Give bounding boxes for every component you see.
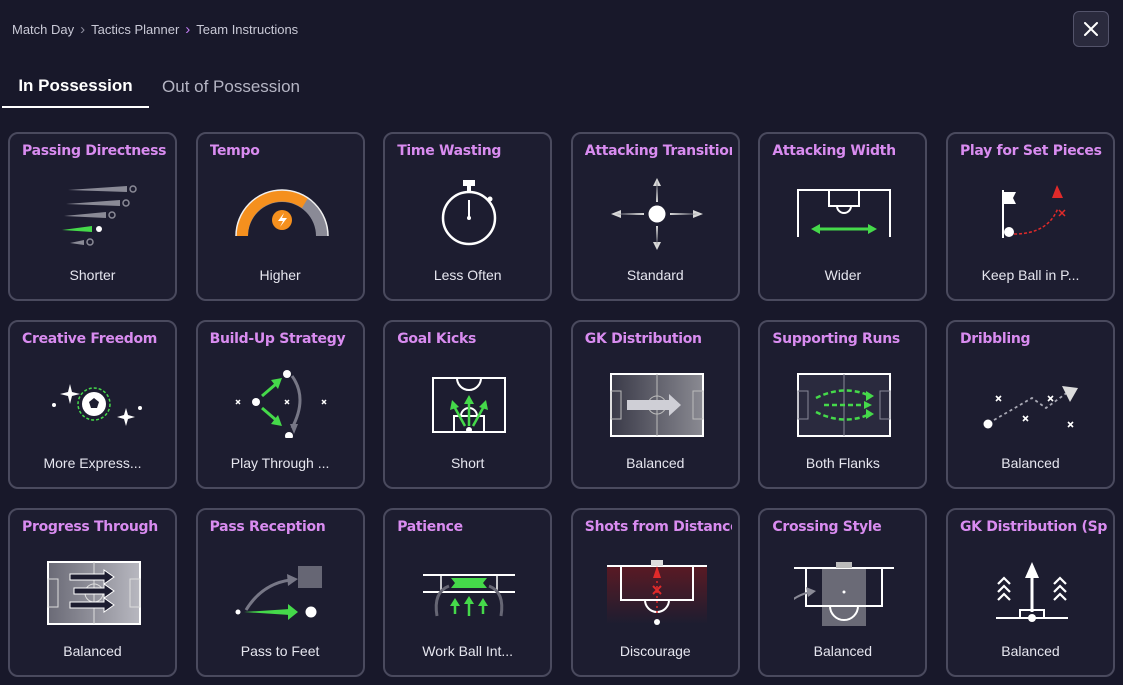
progress-through-icon (44, 546, 144, 626)
card-value: Less Often (433, 267, 502, 283)
card-patience[interactable]: Patience Work Ball Int... (383, 508, 553, 677)
breadcrumb-tactics-planner[interactable]: Tactics Planner (91, 22, 179, 37)
card-passing-directness[interactable]: Passing Directness Shorter (8, 132, 177, 301)
card-value: Standard (626, 267, 684, 283)
card-attacking-width[interactable]: Attacking Width Wider (758, 132, 928, 301)
breadcrumb-team-instructions: Team Instructions (196, 21, 299, 37)
tempo-gauge-icon (232, 170, 332, 250)
breadcrumb-match-day[interactable]: Match Day (12, 22, 74, 37)
card-supporting-runs[interactable]: Supporting Runs Both Flanks (758, 320, 928, 489)
card-title: Passing Directness (22, 143, 167, 159)
card-title: Supporting Runs (772, 331, 900, 347)
goal-kick-icon (419, 358, 519, 438)
card-title: Build-Up Strategy (209, 331, 346, 347)
card-value: Shorter (69, 267, 116, 283)
card-value: Balanced (1001, 643, 1060, 659)
card-title: Tempo (209, 143, 260, 159)
card-progress-through[interactable]: Progress Through Balanced (8, 508, 177, 677)
card-title: Progress Through (22, 519, 158, 535)
card-tempo[interactable]: Tempo Higher (195, 132, 365, 301)
crossing-style-icon (794, 546, 895, 626)
card-title: GK Distribution (584, 331, 702, 347)
card-value: Higher (259, 267, 301, 283)
card-value: Balanced (813, 643, 873, 659)
card-value: More Express... (43, 455, 142, 471)
card-value: Keep Ball in P... (981, 267, 1080, 283)
tab-out-of-possession[interactable]: Out of Possession (160, 66, 302, 108)
card-value: Short (450, 455, 485, 471)
build-up-icon (232, 358, 332, 438)
card-title: Creative Freedom (22, 331, 158, 347)
card-shots-from-distance[interactable]: Shots from Distance Discourage (570, 508, 740, 677)
passing-directness-icon (44, 170, 144, 250)
pass-reception-icon (232, 546, 332, 626)
card-title: Crossing Style (772, 519, 882, 535)
card-value: Pass to Feet (240, 643, 320, 659)
chevron-right-icon: › (185, 20, 191, 38)
supporting-runs-icon (794, 358, 894, 438)
card-title: GK Distribution (Speed (959, 519, 1107, 535)
gk-speed-icon (982, 546, 1082, 626)
card-gk-distribution[interactable]: GK Distribution Balanced (570, 320, 740, 489)
card-gk-distribution-speed[interactable]: GK Distribution (Speed Balanced (945, 508, 1115, 677)
card-value: Play Through ... (230, 455, 330, 471)
shots-distance-icon (606, 546, 707, 626)
card-pass-reception[interactable]: Pass Reception Pass to Feet (195, 508, 365, 677)
card-play-for-set-pieces[interactable]: Play for Set Pieces Keep Ball in P... (945, 132, 1115, 301)
patience-icon (419, 546, 519, 626)
card-value: Work Ball Int... (422, 643, 514, 659)
stopwatch-icon (419, 170, 519, 250)
sparkle-ball-icon (44, 358, 144, 438)
corner-flag-icon (982, 170, 1082, 250)
chevron-right-icon: › (80, 20, 86, 38)
instruction-grid: Passing Directness Shorter Tempo Higher (8, 132, 1115, 677)
card-title: Goal Kicks (397, 331, 477, 347)
card-value: Discourage (619, 643, 691, 659)
card-value: Balanced (1001, 455, 1060, 471)
card-build-up-strategy[interactable]: Build-Up Strategy Play Through ... (195, 320, 365, 489)
card-title: Dribbling (959, 331, 1031, 347)
tab-bar: In Possession Out of Possession (0, 66, 1123, 108)
card-attacking-transition[interactable]: Attacking Transition Standard (570, 132, 740, 301)
dribbling-icon (982, 358, 1082, 438)
card-goal-kicks[interactable]: Goal Kicks Short (383, 320, 553, 489)
gk-distribution-icon (607, 358, 707, 438)
transition-arrows-icon (607, 170, 707, 250)
card-title: Patience (397, 519, 463, 535)
card-crossing-style[interactable]: Crossing Style Balanced (758, 508, 928, 677)
card-value: Both Flanks (805, 455, 880, 471)
close-icon (1084, 22, 1098, 36)
card-creative-freedom[interactable]: Creative Freedom More Express... (8, 320, 177, 489)
close-button[interactable] (1073, 11, 1109, 47)
card-value: Balanced (626, 455, 685, 471)
card-title: Play for Set Pieces (959, 143, 1102, 159)
pitch-width-icon (794, 170, 894, 250)
breadcrumb: Match Day › Tactics Planner › Team Instr… (12, 20, 298, 38)
card-title: Pass Reception (209, 519, 326, 535)
card-title: Attacking Width (772, 143, 896, 159)
card-title: Time Wasting (397, 143, 502, 159)
card-value: Balanced (63, 643, 122, 659)
tab-in-possession[interactable]: In Possession (2, 66, 149, 108)
card-title: Attacking Transition (584, 143, 732, 159)
card-value: Wider (824, 267, 862, 283)
card-dribbling[interactable]: Dribbling Balanced (945, 320, 1115, 489)
card-title: Shots from Distance (584, 519, 732, 535)
card-time-wasting[interactable]: Time Wasting Less Often (383, 132, 553, 301)
